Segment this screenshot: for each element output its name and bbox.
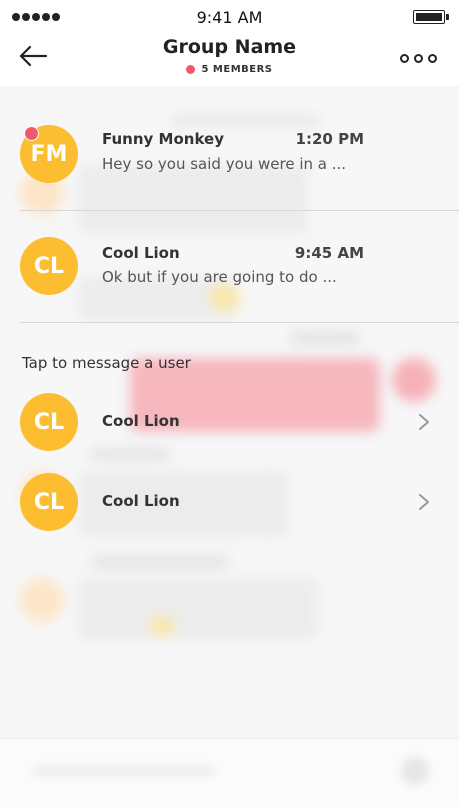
conversation-time: 9:45 AM (294, 244, 364, 262)
status-bar: 9:41 AM (0, 0, 459, 34)
conversation-preview: Ok but if you are going to do ... (102, 268, 337, 286)
dot-icon (428, 54, 437, 63)
conversation-name: Funny Monkey (102, 130, 224, 148)
dot-icon (414, 54, 423, 63)
more-options-button[interactable] (400, 54, 437, 63)
battery-icon (413, 10, 449, 24)
online-dot-icon (186, 65, 196, 74)
avatar: CL (20, 237, 78, 295)
conversation-preview: Hey so you said you were in a ... (102, 155, 347, 173)
chevron-right-icon (419, 494, 429, 510)
conversation-item[interactable]: FM Funny Monkey 1:20 PM Hey so you said … (0, 98, 459, 210)
header: Group Name 5 MEMBERS (0, 34, 459, 86)
divider (20, 322, 459, 323)
conversation-item[interactable]: CL Cool Lion 9:45 AM Ok but if you are g… (0, 212, 459, 324)
message-input-bar (0, 738, 459, 807)
avatar: CL (20, 393, 78, 451)
chevron-right-icon (419, 414, 429, 430)
page-title: Group Name (162, 36, 297, 58)
avatar: CL (20, 473, 78, 531)
user-name: Cool Lion (102, 492, 180, 510)
user-row[interactable]: CL Cool Lion (0, 467, 459, 537)
members-label: 5 MEMBERS (201, 64, 273, 75)
conversation-name: Cool Lion (102, 244, 180, 262)
dot-icon (400, 54, 409, 63)
members-count: 5 MEMBERS (0, 64, 459, 75)
user-name: Cool Lion (102, 412, 180, 430)
user-row[interactable]: CL Cool Lion (0, 387, 459, 457)
section-label: Tap to message a user (22, 354, 191, 372)
conversation-overlay: FM Funny Monkey 1:20 PM Hey so you said … (0, 86, 459, 556)
unread-badge (24, 126, 39, 141)
status-time: 9:41 AM (196, 8, 263, 27)
conversation-time: 1:20 PM (295, 130, 364, 148)
divider (20, 210, 459, 211)
